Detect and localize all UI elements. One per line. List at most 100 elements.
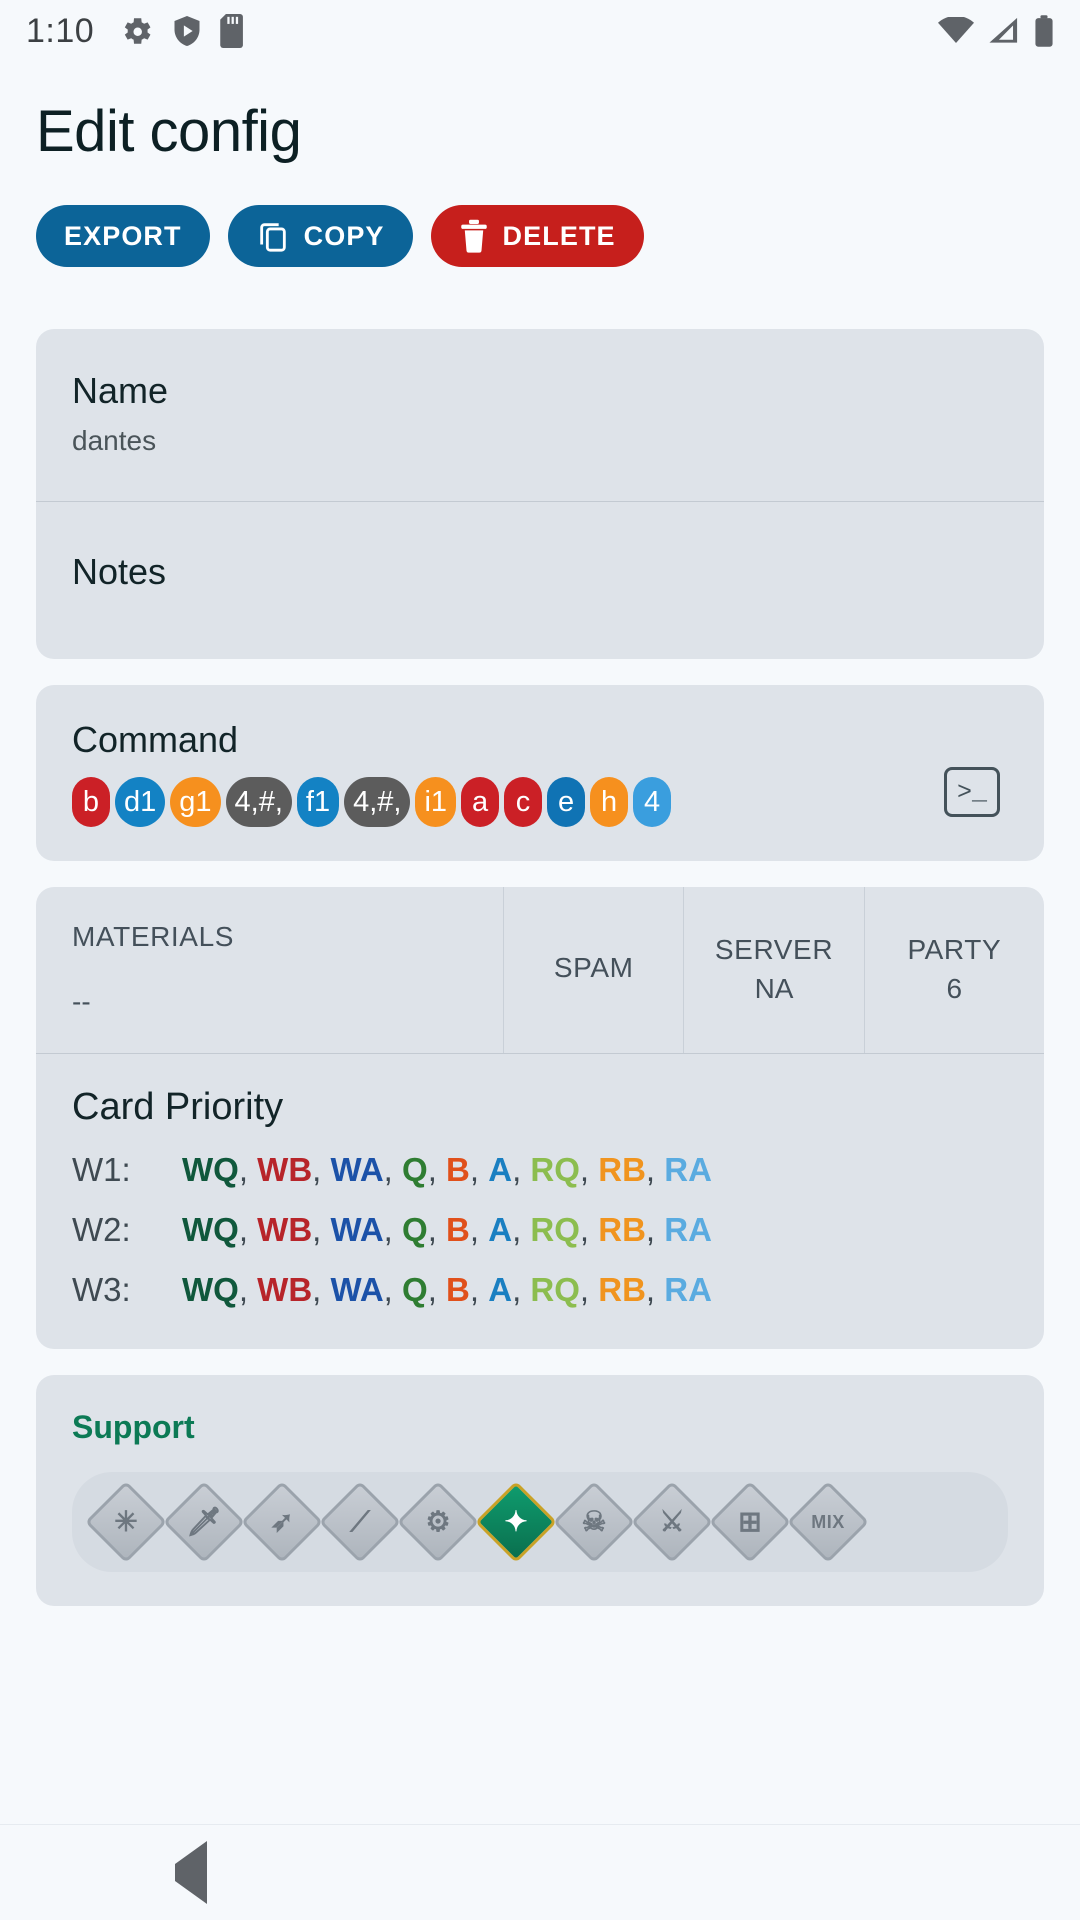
card-token: RQ xyxy=(530,1151,580,1189)
mix-class-icon[interactable]: MIX xyxy=(786,1481,870,1564)
command-pill[interactable]: i1 xyxy=(415,777,457,828)
command-card[interactable]: Command b d1 g1 4,#, f1 4,#, i1 a c e h 4 >_ xyxy=(36,685,1044,862)
stat-server[interactable]: SERVER NA xyxy=(683,887,863,1054)
command-pill[interactable]: h xyxy=(590,777,629,828)
lancer-class-icon[interactable]: ⟋ xyxy=(318,1481,402,1564)
battery-icon xyxy=(1034,15,1054,47)
class-glyph: 🗡 xyxy=(186,1506,222,1538)
card-priority-row-cards: WQ, WB, WA, Q, B, A, RQ, RB, RA xyxy=(182,1271,712,1309)
saber-class-icon[interactable]: 🗡 xyxy=(162,1481,246,1564)
command-pill[interactable]: b xyxy=(72,777,110,828)
support-class-strip[interactable]: ✳ 🗡 ➶ ⟋ ⚙ ✦ ☠ ⚔ ⊞ MIX xyxy=(72,1472,1008,1573)
card-token: Q xyxy=(402,1211,428,1249)
sd-card-icon xyxy=(220,14,246,48)
stat-label: SPAM xyxy=(553,951,634,983)
card-separator: , xyxy=(469,1271,489,1309)
card-separator: , xyxy=(645,1151,665,1189)
card-token: RB xyxy=(598,1211,646,1249)
card-token: WB xyxy=(257,1211,313,1249)
card-separator: , xyxy=(579,1271,599,1309)
stat-spam[interactable]: SPAM xyxy=(503,887,683,1054)
card-separator: , xyxy=(645,1271,665,1309)
archer-class-icon[interactable]: ➶ xyxy=(240,1481,324,1564)
notes-field[interactable]: Notes xyxy=(36,502,1044,660)
stat-label: PARTY xyxy=(907,934,1002,966)
command-pill[interactable]: 4,#, xyxy=(344,777,411,828)
command-pill[interactable]: e xyxy=(547,777,586,828)
card-separator: , xyxy=(383,1151,403,1189)
card-token: Q xyxy=(402,1151,428,1189)
class-glyph: MIX xyxy=(811,1512,845,1533)
rider-class-icon[interactable]: ⚙ xyxy=(396,1481,480,1564)
card-token: A xyxy=(488,1211,513,1249)
delete-button[interactable]: DELETE xyxy=(430,205,644,267)
card-priority-row: W3: WQ, WB, WA, Q, B, A, RQ, RB, RA xyxy=(72,1271,1008,1309)
card-separator: , xyxy=(512,1151,531,1189)
command-pill[interactable]: d1 xyxy=(115,777,166,828)
command-pill[interactable]: a xyxy=(461,777,500,828)
extra-class-icon[interactable]: ⊞ xyxy=(708,1481,792,1564)
stat-party[interactable]: PARTY 6 xyxy=(863,887,1044,1054)
system-navigation-bar xyxy=(0,1824,1080,1920)
card-priority-title: Card Priority xyxy=(72,1086,284,1129)
command-pill-list: b d1 g1 4,#, f1 4,#, i1 a c e h 4 xyxy=(72,777,944,828)
card-priority-row: W1: WQ, WB, WA, Q, B, A, RQ, RB, RA xyxy=(72,1151,1008,1189)
status-bar-notification-icons xyxy=(120,14,246,48)
class-glyph: ⊞ xyxy=(738,1506,762,1538)
card-token: A xyxy=(488,1271,513,1309)
card-token: WB xyxy=(257,1151,313,1189)
page-title: Edit config xyxy=(36,99,302,164)
class-glyph: ⟋ xyxy=(350,1506,370,1538)
command-pill[interactable]: g1 xyxy=(170,777,221,828)
card-priority-row-key: W1: xyxy=(72,1151,131,1189)
trash-icon xyxy=(459,219,489,253)
card-separator: , xyxy=(238,1211,258,1249)
card-separator: , xyxy=(579,1151,599,1189)
card-separator: , xyxy=(645,1211,665,1249)
card-token: WQ xyxy=(182,1211,239,1249)
command-pill[interactable]: 4,#, xyxy=(225,777,292,828)
berserker-class-icon[interactable]: ⚔ xyxy=(630,1481,714,1564)
card-separator: , xyxy=(469,1211,489,1249)
card-token: WA xyxy=(330,1151,384,1189)
card-token: RQ xyxy=(530,1271,580,1309)
cellular-signal-icon xyxy=(988,17,1020,45)
stats-row: MATERIALS -- SPAM SERVER NA PARTY 6 xyxy=(36,887,1044,1055)
copy-icon xyxy=(256,219,290,253)
class-glyph: ⚔ xyxy=(659,1506,685,1538)
card-token: Q xyxy=(402,1271,428,1309)
all-class-icon[interactable]: ✳ xyxy=(84,1481,168,1564)
action-button-row: EXPORT COPY DELETE xyxy=(0,165,1080,267)
card-token: WQ xyxy=(182,1151,239,1189)
identity-card: Name dantes Notes xyxy=(36,329,1044,660)
back-button[interactable] xyxy=(174,1840,207,1904)
terminal-button[interactable]: >_ xyxy=(944,767,1000,818)
wifi-icon xyxy=(938,17,974,45)
card-separator: , xyxy=(512,1211,531,1249)
caster-class-icon[interactable]: ✦ xyxy=(474,1481,558,1564)
card-token: RA xyxy=(664,1271,712,1309)
card-separator: , xyxy=(512,1271,531,1309)
card-separator: , xyxy=(312,1151,331,1189)
command-pill[interactable]: 4 xyxy=(633,777,672,828)
card-separator: , xyxy=(238,1151,258,1189)
card-separator: , xyxy=(469,1151,489,1189)
stat-label: SERVER xyxy=(714,934,834,966)
support-title: Support xyxy=(72,1409,195,1446)
export-button[interactable]: EXPORT xyxy=(36,205,210,267)
command-pill[interactable]: c xyxy=(504,777,543,828)
card-separator: , xyxy=(383,1211,403,1249)
command-pill[interactable]: f1 xyxy=(296,777,340,828)
stat-materials[interactable]: MATERIALS -- xyxy=(36,887,503,1053)
name-field-value: dantes xyxy=(72,424,157,456)
card-token: WA xyxy=(330,1271,384,1309)
card-token: B xyxy=(446,1271,470,1309)
support-card: Support ✳ 🗡 ➶ ⟋ ⚙ ✦ ☠ ⚔ ⊞ MIX xyxy=(36,1375,1044,1607)
assassin-class-icon[interactable]: ☠ xyxy=(552,1481,636,1564)
card-separator: , xyxy=(238,1271,258,1309)
config-summary-card: MATERIALS -- SPAM SERVER NA PARTY 6 Card Prior… xyxy=(36,887,1044,1350)
card-priority-section[interactable]: Card Priority W1: WQ, WB, WA, Q, B, A, RQ… xyxy=(36,1054,1044,1349)
copy-button[interactable]: COPY xyxy=(227,205,413,267)
name-field[interactable]: Name dantes xyxy=(36,329,1044,502)
card-token: B xyxy=(446,1211,470,1249)
